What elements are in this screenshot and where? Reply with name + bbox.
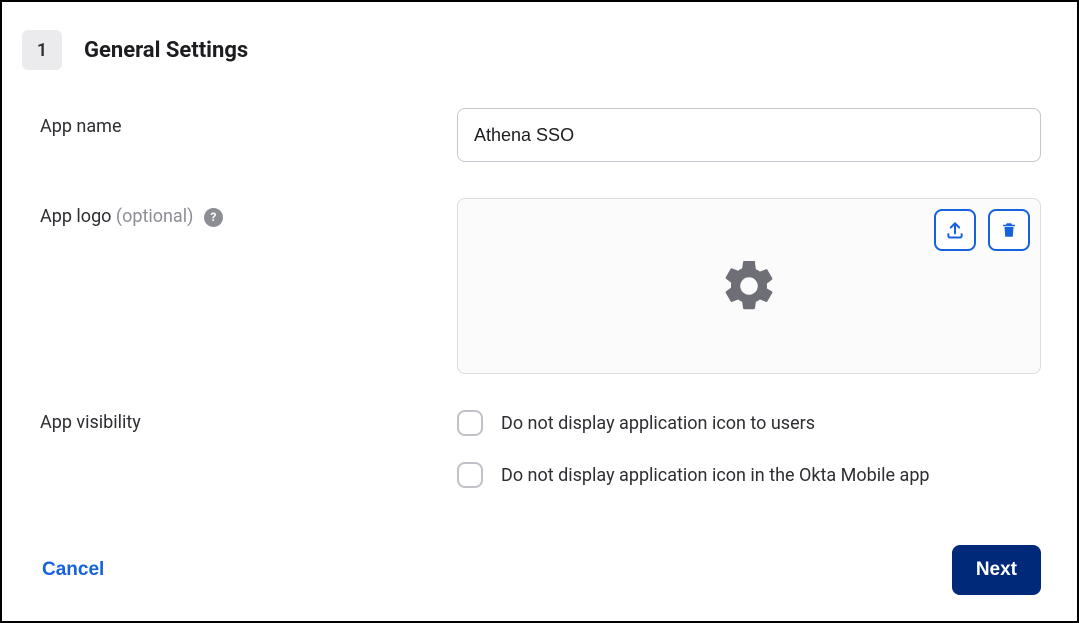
visibility-option-mobile[interactable]: Do not display application icon in the O… bbox=[457, 462, 1041, 488]
delete-logo-button[interactable] bbox=[988, 209, 1030, 251]
trash-icon bbox=[1000, 220, 1018, 240]
step-title: General Settings bbox=[84, 38, 248, 63]
label-app-logo: App logo (optional) ? bbox=[22, 198, 457, 227]
app-name-input[interactable] bbox=[457, 108, 1041, 162]
gear-icon bbox=[719, 256, 779, 316]
label-app-logo-optional: (optional) bbox=[116, 206, 193, 227]
upload-icon bbox=[945, 220, 965, 240]
visibility-option-users-label: Do not display application icon to users bbox=[501, 413, 815, 434]
row-app-logo: App logo (optional) ? bbox=[22, 198, 1041, 374]
visibility-option-users[interactable]: Do not display application icon to users bbox=[457, 410, 1041, 436]
general-settings-panel: 1 General Settings App name App logo (op… bbox=[0, 0, 1079, 623]
label-app-logo-text: App logo bbox=[40, 206, 111, 227]
label-app-name: App name bbox=[22, 108, 457, 137]
row-app-name: App name bbox=[22, 108, 1041, 162]
upload-logo-button[interactable] bbox=[934, 209, 976, 251]
checkbox-hide-from-users[interactable] bbox=[457, 410, 483, 436]
help-icon[interactable]: ? bbox=[204, 208, 223, 227]
checkbox-hide-from-mobile[interactable] bbox=[457, 462, 483, 488]
row-app-visibility: App visibility Do not display applicatio… bbox=[22, 410, 1041, 514]
step-number-badge: 1 bbox=[22, 30, 62, 70]
visibility-option-mobile-label: Do not display application icon in the O… bbox=[501, 465, 930, 486]
footer-actions: Cancel Next bbox=[38, 545, 1041, 595]
cancel-button[interactable]: Cancel bbox=[38, 553, 108, 587]
app-logo-dropzone[interactable] bbox=[457, 198, 1041, 374]
next-button[interactable]: Next bbox=[952, 545, 1041, 595]
step-header: 1 General Settings bbox=[22, 30, 1041, 70]
label-app-visibility: App visibility bbox=[22, 410, 457, 433]
